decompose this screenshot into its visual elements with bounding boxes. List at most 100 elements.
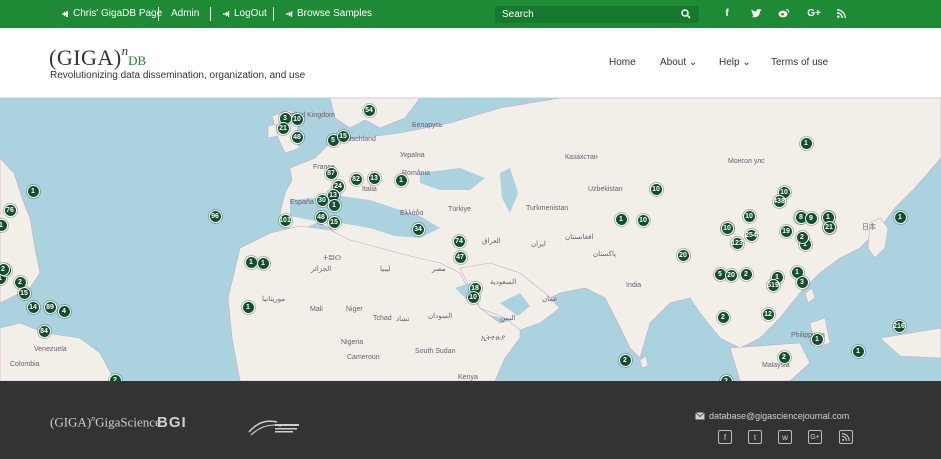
sample-cluster-marker[interactable]: 10 xyxy=(742,209,756,223)
sample-cluster-marker[interactable]: 2 xyxy=(739,267,753,281)
samples-icon xyxy=(286,10,293,17)
sample-cluster-marker[interactable]: 1 xyxy=(327,198,341,212)
sample-cluster-marker[interactable]: 1 xyxy=(244,255,258,269)
sample-cluster-marker[interactable]: 10 xyxy=(649,182,663,196)
twitter-icon[interactable] xyxy=(750,7,762,19)
sample-cluster-marker[interactable]: 2 xyxy=(795,230,809,244)
my-gigadb-label: Chris' GigaDB Page xyxy=(73,8,163,19)
sample-cluster-marker[interactable]: 1 xyxy=(394,173,408,187)
sample-cluster-marker[interactable]: 19 xyxy=(779,224,793,238)
sample-cluster-marker[interactable]: 47 xyxy=(453,250,467,264)
nav-about[interactable]: About ⌄ xyxy=(660,57,697,68)
divider xyxy=(273,7,274,21)
gigascience-logo[interactable]: (GIGA)nGigaScience xyxy=(50,414,161,430)
my-gigadb-link[interactable]: Chris' GigaDB Page xyxy=(61,8,162,19)
map-place-label: Tchad xyxy=(373,315,392,322)
sample-cluster-marker[interactable]: 1 xyxy=(893,210,907,224)
map-place-label: افغانستان xyxy=(565,234,594,241)
rss-icon[interactable] xyxy=(839,430,853,444)
weibo-icon[interactable] xyxy=(778,7,790,19)
nav-home[interactable]: Home xyxy=(609,57,636,68)
sample-cluster-marker[interactable]: 9 xyxy=(804,211,818,225)
map-place-label: Kenya xyxy=(458,374,478,381)
weibo-icon[interactable]: w xyxy=(778,430,792,444)
chevron-down-icon: ⌄ xyxy=(742,57,751,68)
sample-cluster-marker[interactable]: 3 xyxy=(795,275,809,289)
rss-icon[interactable] xyxy=(835,7,847,19)
sample-cluster-marker[interactable]: 82 xyxy=(349,172,363,186)
sample-cluster-marker[interactable]: 101 xyxy=(278,213,292,227)
samples-map[interactable]: United Kingdom Deutschland Беларусь Україна… xyxy=(0,98,941,381)
logo-sub: DB xyxy=(128,53,147,68)
sample-cluster-marker[interactable]: 54 xyxy=(362,103,376,117)
sample-cluster-marker[interactable]: 10 xyxy=(720,221,734,235)
logout-link[interactable]: LogOut xyxy=(222,8,267,19)
sample-cluster-marker[interactable]: 20 xyxy=(676,248,690,262)
nav-help[interactable]: Help ⌄ xyxy=(719,57,751,68)
search-input[interactable]: Search xyxy=(502,9,534,20)
map-place-label: Italia xyxy=(362,186,377,193)
cngb-logo[interactable] xyxy=(247,416,301,443)
sample-cluster-marker[interactable]: 1 xyxy=(256,256,270,270)
search-icon[interactable] xyxy=(681,9,691,19)
sample-cluster-marker[interactable]: 84 xyxy=(37,324,51,338)
gigadb-logo[interactable]: (GIGA)nDB xyxy=(49,43,146,71)
search-box[interactable]: Search xyxy=(495,6,699,23)
sample-cluster-marker[interactable]: 2 xyxy=(777,350,791,364)
contact-email[interactable]: database@gigasciencejournal.com xyxy=(695,411,849,421)
sample-cluster-marker[interactable]: 1 xyxy=(799,136,813,150)
sample-cluster-marker[interactable]: 48 xyxy=(290,130,304,144)
sample-cluster-marker[interactable]: 1 xyxy=(241,300,255,314)
sample-cluster-marker[interactable]: 76 xyxy=(3,203,17,217)
map-place-label: Монгол улс xyxy=(728,158,765,165)
twitter-icon[interactable]: t xyxy=(748,430,762,444)
sample-cluster-marker[interactable]: 89 xyxy=(43,300,57,314)
sample-cluster-marker[interactable]: 34 xyxy=(411,222,425,236)
nav-terms[interactable]: Terms of use xyxy=(771,57,828,68)
sample-cluster-marker[interactable]: 13 xyxy=(367,171,381,185)
sample-cluster-marker[interactable]: 14 xyxy=(26,300,40,314)
sample-cluster-marker[interactable]: 123 xyxy=(730,236,744,250)
sample-cluster-marker[interactable]: 87 xyxy=(324,166,338,180)
google-plus-icon[interactable]: G+ xyxy=(806,7,822,19)
bgi-logo[interactable]: BGI xyxy=(157,414,187,431)
sample-cluster-marker[interactable]: 12 xyxy=(761,307,775,321)
top-bar: Chris' GigaDB Page Admin LogOut Browse S… xyxy=(0,0,941,28)
browse-samples-link[interactable]: Browse Samples xyxy=(285,8,372,19)
map-place-label: Казахстан xyxy=(565,154,598,161)
sample-cluster-marker[interactable]: 1 xyxy=(614,212,628,226)
sample-cluster-marker[interactable]: 15 xyxy=(327,215,341,229)
sample-cluster-marker[interactable]: 2 xyxy=(108,373,122,381)
map-place-label: پاکستان xyxy=(593,251,617,258)
sample-cluster-marker[interactable]: 48 xyxy=(314,210,328,224)
sample-cluster-marker[interactable]: 216 xyxy=(892,319,906,333)
sample-cluster-marker[interactable]: 15 xyxy=(336,129,350,143)
sample-cluster-marker[interactable]: 254 xyxy=(744,228,758,242)
sample-cluster-marker[interactable]: 20 xyxy=(724,268,738,282)
sample-cluster-marker[interactable]: 30 xyxy=(315,193,329,207)
sample-cluster-marker[interactable]: 1 xyxy=(26,184,40,198)
sample-cluster-marker[interactable]: 1 xyxy=(810,332,824,346)
sample-cluster-marker[interactable]: 2 xyxy=(618,353,632,367)
google-plus-icon[interactable]: G+ xyxy=(808,430,822,444)
sample-cluster-marker[interactable]: 10 xyxy=(290,112,304,126)
sample-cluster-marker[interactable]: 10 xyxy=(466,290,480,304)
sample-cluster-marker[interactable]: 96 xyxy=(208,209,222,223)
sample-cluster-marker[interactable]: 2 xyxy=(716,310,730,324)
sample-cluster-marker[interactable]: 4 xyxy=(57,304,71,318)
sample-cluster-marker[interactable]: 519 xyxy=(766,278,780,292)
map-place-label: Niger xyxy=(346,306,363,313)
sample-cluster-marker[interactable]: 1 xyxy=(0,218,8,232)
sample-cluster-marker[interactable]: 74 xyxy=(452,234,466,248)
facebook-icon[interactable]: f xyxy=(718,430,732,444)
sample-cluster-marker[interactable]: 21 xyxy=(276,121,290,135)
site-tagline: Revolutionizing data dissemination, orga… xyxy=(50,70,306,81)
admin-link[interactable]: Admin xyxy=(171,8,199,19)
sample-cluster-marker[interactable]: 15 xyxy=(17,286,31,300)
facebook-icon[interactable]: f xyxy=(721,7,733,19)
sample-cluster-marker[interactable]: 2 xyxy=(0,262,10,276)
sample-cluster-marker[interactable]: 10 xyxy=(636,213,650,227)
sample-cluster-marker[interactable]: 438 xyxy=(772,194,786,208)
sample-cluster-marker[interactable]: 21 xyxy=(822,220,836,234)
sample-cluster-marker[interactable]: 1 xyxy=(851,344,865,358)
